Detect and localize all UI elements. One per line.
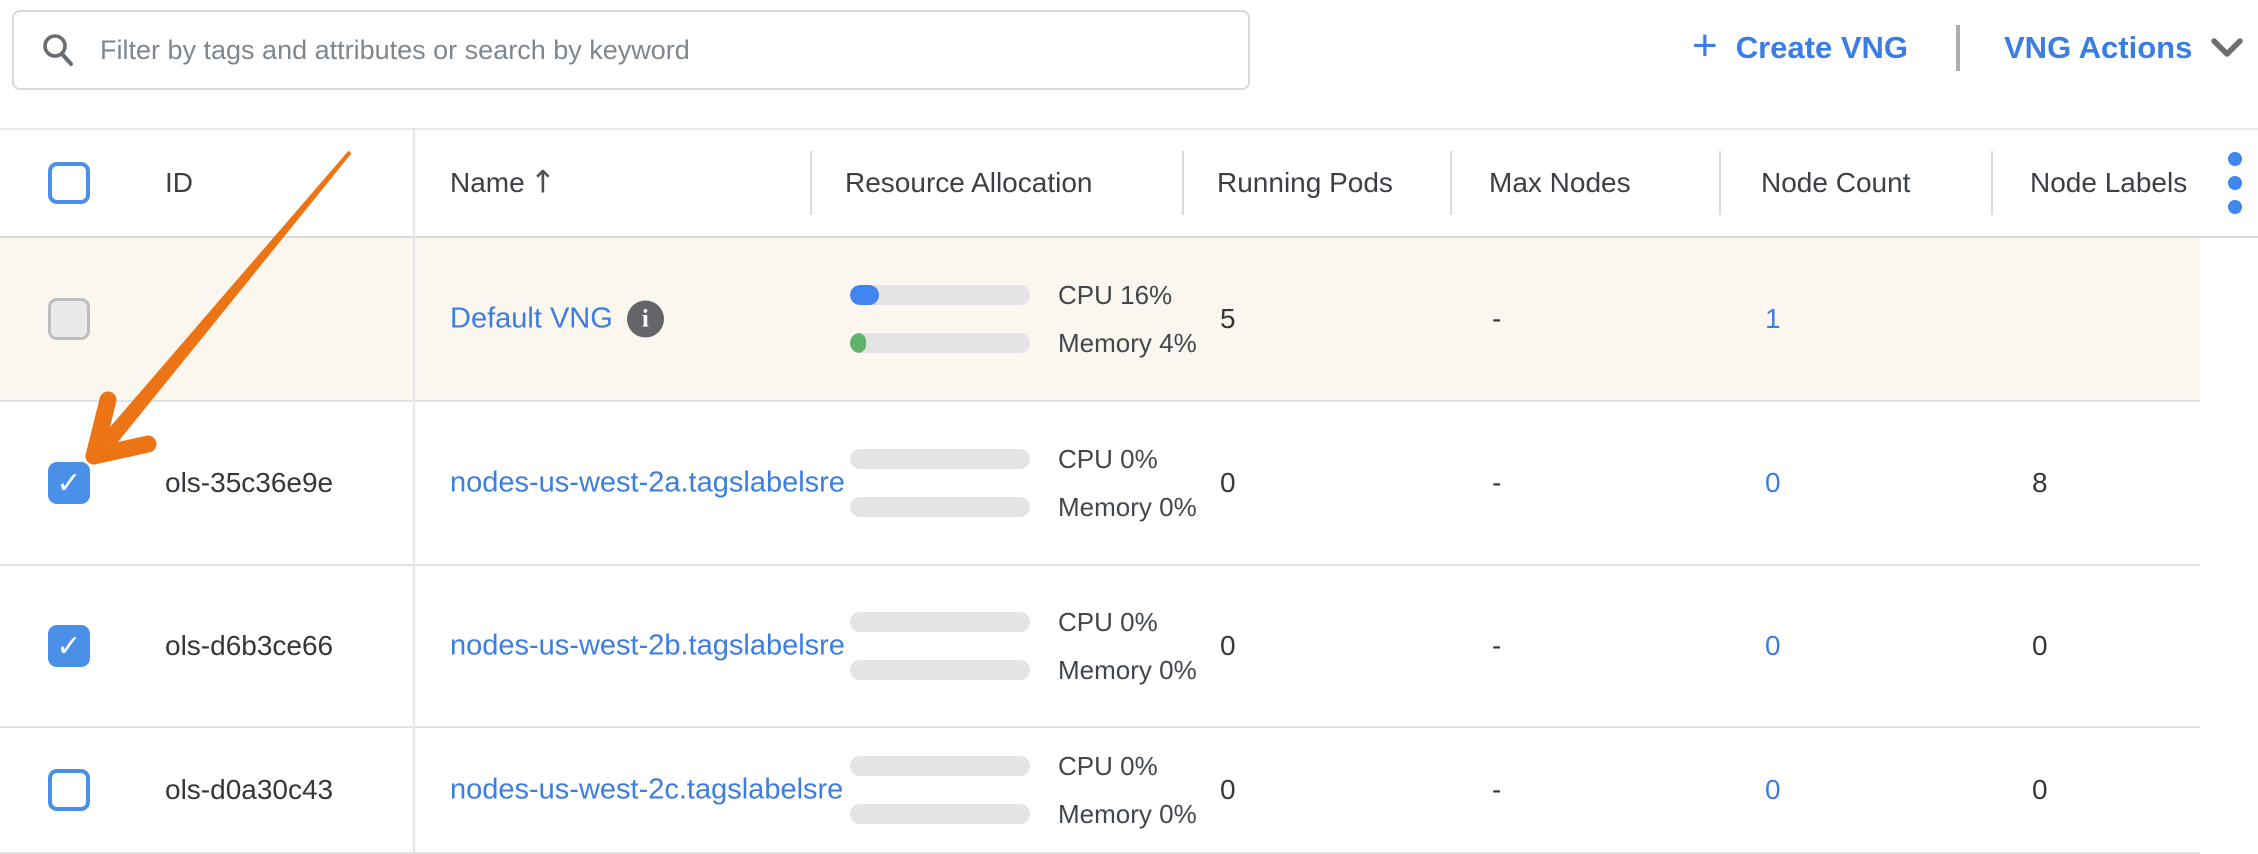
node-labels-value: 8: [2032, 467, 2048, 499]
vng-id: ols-d0a30c43: [165, 774, 333, 806]
column-header-id: ID: [165, 167, 193, 199]
column-header-name[interactable]: Name: [450, 167, 525, 199]
memory-usage-bar: Memory 0%: [850, 654, 1197, 686]
header-divider: [1719, 151, 1721, 215]
table-row: ols-d6b3ce66 nodes-us-west-2b.tagslabels…: [0, 566, 2200, 728]
cpu-usage-label: CPU 0%: [1058, 751, 1158, 782]
cpu-usage-bar: CPU 0%: [850, 750, 1197, 782]
memory-usage-label: Memory 0%: [1058, 799, 1197, 830]
memory-usage-label: Memory 0%: [1058, 492, 1197, 523]
running-pods-value: 5: [1220, 303, 1236, 335]
table-row: Default VNG i CPU 16% Memory 4% 5 - 1: [0, 238, 2200, 402]
header-divider: [810, 151, 812, 215]
vng-name-link[interactable]: nodes-us-west-2a.tagslabelsre: [450, 467, 845, 500]
max-nodes-value: -: [1492, 630, 1501, 662]
select-all-checkbox[interactable]: [48, 162, 90, 204]
column-header-node-count: Node Count: [1761, 167, 1910, 199]
memory-usage-bar: Memory 0%: [850, 798, 1197, 830]
max-nodes-value: -: [1492, 467, 1501, 499]
vng-toolbar: + Create VNG VNG Actions: [1692, 0, 2244, 96]
sort-ascending-icon: ↑: [530, 164, 556, 200]
resource-allocation: CPU 0% Memory 0%: [850, 443, 1197, 523]
running-pods-value: 0: [1220, 630, 1236, 662]
vng-actions-button[interactable]: VNG Actions: [2004, 30, 2244, 66]
create-vng-button[interactable]: + Create VNG: [1692, 26, 1908, 70]
column-header-running-pods: Running Pods: [1217, 167, 1393, 199]
kebab-menu-icon[interactable]: [2224, 148, 2246, 218]
max-nodes-value: -: [1492, 774, 1501, 806]
memory-usage-label: Memory 4%: [1058, 328, 1197, 359]
memory-usage-bar: Memory 4%: [850, 327, 1197, 359]
resource-allocation: CPU 0% Memory 0%: [850, 750, 1197, 830]
memory-usage-label: Memory 0%: [1058, 655, 1197, 686]
node-count-link[interactable]: 1: [1765, 303, 1781, 334]
toolbar-divider: [1956, 25, 1960, 71]
vng-name-link[interactable]: nodes-us-west-2c.tagslabelsre: [450, 774, 843, 807]
max-nodes-value: -: [1492, 303, 1501, 335]
vng-id: ols-35c36e9e: [165, 467, 333, 499]
running-pods-value: 0: [1220, 774, 1236, 806]
row-checkbox[interactable]: [48, 625, 90, 667]
table-header: ID Name ↑ Resource Allocation Running Po…: [0, 128, 2258, 238]
row-checkbox: [48, 298, 90, 340]
table-row: ols-d0a30c43 nodes-us-west-2c.tagslabels…: [0, 728, 2200, 854]
filter-search-box: [12, 10, 1250, 90]
node-count-link[interactable]: 0: [1765, 467, 1781, 498]
vng-name-link[interactable]: nodes-us-west-2b.tagslabelsre: [450, 630, 845, 663]
cpu-usage-bar: CPU 0%: [850, 606, 1197, 638]
header-divider: [1991, 151, 1993, 215]
column-header-node-labels: Node Labels: [2030, 167, 2187, 199]
info-icon[interactable]: i: [627, 301, 664, 338]
node-count-link[interactable]: 0: [1765, 630, 1781, 661]
row-checkbox[interactable]: [48, 769, 90, 811]
column-freeze-divider: [413, 128, 415, 854]
node-labels-value: 0: [2032, 774, 2048, 806]
vng-name-link[interactable]: Default VNG: [450, 303, 613, 336]
cpu-usage-label: CPU 0%: [1058, 607, 1158, 638]
column-header-resource-allocation: Resource Allocation: [845, 167, 1092, 199]
search-input[interactable]: [98, 34, 1222, 67]
node-labels-value: 0: [2032, 630, 2048, 662]
chevron-down-icon: [2210, 37, 2244, 59]
table-row: ols-35c36e9e nodes-us-west-2a.tagslabels…: [0, 402, 2200, 566]
column-header-max-nodes: Max Nodes: [1489, 167, 1631, 199]
vng-actions-label: VNG Actions: [2004, 30, 2192, 66]
header-divider: [1182, 151, 1184, 215]
resource-allocation: CPU 16% Memory 4%: [850, 279, 1197, 359]
node-count-link[interactable]: 0: [1765, 774, 1781, 805]
memory-usage-bar: Memory 0%: [850, 491, 1197, 523]
resource-allocation: CPU 0% Memory 0%: [850, 606, 1197, 686]
search-icon: [40, 32, 76, 68]
header-divider: [1450, 151, 1452, 215]
cpu-usage-label: CPU 0%: [1058, 444, 1158, 475]
row-checkbox[interactable]: [48, 462, 90, 504]
plus-icon: +: [1692, 24, 1718, 68]
vng-id: ols-d6b3ce66: [165, 630, 333, 662]
create-vng-label: Create VNG: [1736, 30, 1908, 66]
running-pods-value: 0: [1220, 467, 1236, 499]
cpu-usage-bar: CPU 16%: [850, 279, 1197, 311]
cpu-usage-bar: CPU 0%: [850, 443, 1197, 475]
cpu-usage-label: CPU 16%: [1058, 280, 1172, 311]
